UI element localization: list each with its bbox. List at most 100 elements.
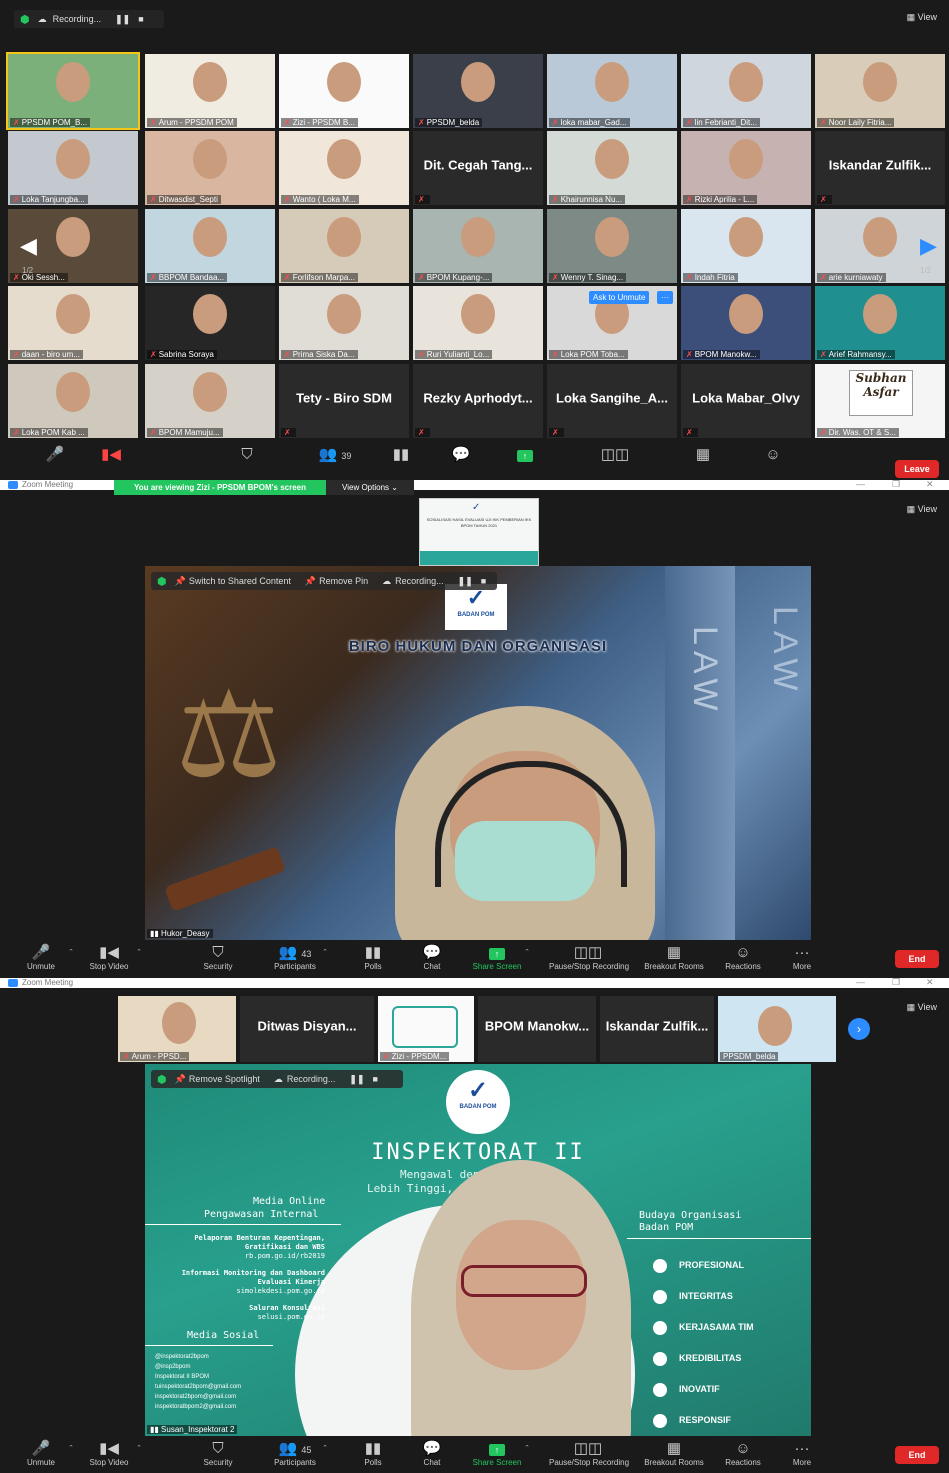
- recording-button[interactable]: ◫◫: [580, 446, 650, 464]
- strip-tile-5[interactable]: Iskandar Zulfik...: [600, 996, 714, 1062]
- strip-tile-2[interactable]: Ditwas Disyan...: [240, 996, 374, 1062]
- pause-icon[interactable]: ❚❚: [115, 14, 130, 25]
- chat-button[interactable]: 💬 Chat: [397, 944, 467, 971]
- participant-tile[interactable]: Iskandar Zulfik... ✗: [815, 131, 945, 205]
- participant-tile[interactable]: Loka Sangihe_A... ✗: [547, 364, 677, 438]
- chat-button[interactable]: 💬: [426, 446, 496, 464]
- close-icon[interactable]: ✕: [926, 978, 934, 988]
- value-label: INTEGRITAS: [679, 1291, 733, 1301]
- participants-button[interactable]: 👥 45 Participants ⌃: [260, 1440, 330, 1467]
- participant-tile[interactable]: ✗ PPSDM_belda: [413, 54, 543, 128]
- unmute-button[interactable]: 🎤 Unmute ⌃: [6, 1440, 76, 1467]
- stop-video-button[interactable]: ▮◀ Stop Video ⌃: [74, 944, 144, 971]
- badan-pom-label: BADAN POM: [457, 612, 495, 618]
- recording-indicator[interactable]: ⬢ ☁ Recording... ❚❚ ■: [14, 10, 164, 28]
- participant-tile[interactable]: ✗ Loka Tanjungba...: [8, 131, 138, 205]
- participant-tile[interactable]: ✗ BPOM Mamuju...: [145, 364, 275, 438]
- participant-tile[interactable]: ✗ Arum - PPSDM POM: [145, 54, 275, 128]
- participant-tile[interactable]: ✗ Zizi - PPSDM B...: [279, 54, 409, 128]
- participant-tile[interactable]: Tety - Biro SDM ✗: [279, 364, 409, 438]
- recording-label: Recording...: [286, 1074, 336, 1084]
- participant-tile[interactable]: ✗ BPOM Kupang-...: [413, 209, 543, 283]
- share-screen-button[interactable]: ↑ Share Screen ⌃: [462, 944, 532, 971]
- ask-to-unmute-button[interactable]: Ask to Unmute: [589, 291, 650, 304]
- avatar: [327, 62, 361, 102]
- participants-button[interactable]: 👥 39: [300, 446, 370, 464]
- end-button[interactable]: End: [895, 1446, 939, 1464]
- view-button[interactable]: ▦ View: [907, 12, 937, 23]
- breakout-rooms-button[interactable]: ▦ Breakout Rooms: [639, 944, 709, 971]
- participant-tile[interactable]: Rezky Aprhodyt... ✗: [413, 364, 543, 438]
- breakout-rooms-button[interactable]: ▦ Breakout Rooms: [639, 1440, 709, 1467]
- strip-tile-6[interactable]: PPSDM_belda: [718, 996, 836, 1062]
- minimize-icon[interactable]: —: [856, 978, 865, 987]
- breakout-rooms-button[interactable]: ▦: [668, 446, 738, 464]
- view-button-2[interactable]: ▦ View: [907, 504, 937, 515]
- reactions-button[interactable]: ☺: [738, 446, 808, 464]
- participant-tile[interactable]: ✗ Noor Laily Fitria...: [815, 54, 945, 128]
- participant-tile[interactable]: ✗ Indah Fitria: [681, 209, 811, 283]
- more-button[interactable]: ··· More: [767, 944, 837, 971]
- participant-tile[interactable]: ✗ loka mabar_Gad...: [547, 54, 677, 128]
- stop-icon[interactable]: ■: [138, 14, 143, 24]
- remove-spotlight-button[interactable]: Remove Spotlight: [189, 1074, 260, 1084]
- chat-button[interactable]: 💬 Chat: [397, 1440, 467, 1467]
- participant-tile[interactable]: ✗ Forlifson Marpa...: [279, 209, 409, 283]
- participant-tile[interactable]: ✗ PPSDM POM_B...: [6, 52, 140, 130]
- stop-icon[interactable]: ■: [373, 1074, 378, 1084]
- speaker-video: LAW LAW ⚖ ✓ BADAN POM BIRO HUKUM DAN ORG…: [145, 566, 811, 940]
- participants-button[interactable]: 👥 43 Participants ⌃: [260, 944, 330, 971]
- security-button[interactable]: ⛉: [212, 446, 282, 464]
- restore-icon[interactable]: ❐: [892, 978, 900, 988]
- strip-tile-1[interactable]: ✗ Arum - PPSD...: [118, 996, 236, 1062]
- participant-tile[interactable]: ✗ Rizki Aprilia - L...: [681, 131, 811, 205]
- participant-tile[interactable]: ✗ Khairunnisa Nu...: [547, 131, 677, 205]
- avatar: [56, 372, 90, 412]
- view-options-button[interactable]: View Options ⌄: [326, 480, 414, 495]
- zoom-window-shared: Zoom Meeting — ❐ ✕ You are viewing Zizi …: [0, 480, 949, 978]
- pause-stop-recording-button[interactable]: ◫◫ Pause/Stop Recording: [549, 944, 629, 971]
- more-tile-button[interactable]: ···: [657, 291, 673, 304]
- participant-tile[interactable]: ✗ Wanto ( Loka M...: [279, 131, 409, 205]
- view-button-3[interactable]: ▦ View: [907, 1002, 937, 1013]
- switch-shared-content[interactable]: Switch to Shared Content: [189, 576, 291, 586]
- end-button[interactable]: End: [895, 950, 939, 968]
- security-button[interactable]: ⛉ Security: [183, 1440, 253, 1467]
- unmute-button[interactable]: 🎤 Unmute ⌃: [6, 944, 76, 971]
- participant-tile[interactable]: ✗ lin Febrianti_Dit...: [681, 54, 811, 128]
- close-icon[interactable]: ✕: [926, 480, 934, 490]
- remove-pin-button[interactable]: Remove Pin: [319, 576, 368, 586]
- more-button[interactable]: ··· More: [767, 1440, 837, 1467]
- stop-video-button[interactable]: ▮◀ Stop Video ⌃: [74, 1440, 144, 1467]
- pause-icon[interactable]: ❚❚: [349, 1074, 364, 1085]
- participant-tile[interactable]: ✗ Ditwasdist_Septi: [145, 131, 275, 205]
- share-screen-button[interactable]: ↑: [490, 446, 560, 464]
- stop-icon[interactable]: ■: [481, 576, 486, 586]
- restore-icon[interactable]: ❐: [892, 480, 900, 490]
- participant-tile[interactable]: ✗ Prima Siska Da...: [279, 286, 409, 360]
- leave-button[interactable]: Leave: [895, 460, 939, 478]
- next-page-arrow[interactable]: ▶: [920, 233, 937, 259]
- prev-page-arrow[interactable]: ◀: [20, 233, 37, 259]
- share-screen-button[interactable]: ↑ Share Screen ⌃: [462, 1440, 532, 1467]
- minimize-icon[interactable]: —: [856, 480, 865, 489]
- participant-tile[interactable]: Subhan Asfar ✗ Dir. Was. OT & S...: [815, 364, 945, 438]
- participant-tile[interactable]: Dit. Cegah Tang... ✗: [413, 131, 543, 205]
- participant-tile[interactable]: ✗ Ruri Yulianti_Lo...: [413, 286, 543, 360]
- participant-tile[interactable]: Loka Mabar_Olvy ✗: [681, 364, 811, 438]
- pause-icon[interactable]: ❚❚: [458, 576, 473, 587]
- participant-tile[interactable]: ✗ Wenny T. Sinag...: [547, 209, 677, 283]
- strip-tile-3[interactable]: ✗ Zizi - PPSDM...: [378, 996, 474, 1062]
- participant-tile[interactable]: ✗ Arief Rahmansy...: [815, 286, 945, 360]
- pause-stop-recording-button[interactable]: ◫◫ Pause/Stop Recording: [549, 1440, 629, 1467]
- security-button[interactable]: ⛉ Security: [183, 944, 253, 971]
- participant-tile[interactable]: ✗ daan - biro um...: [8, 286, 138, 360]
- participant-tile[interactable]: ✗ Loka POM Kab ...: [8, 364, 138, 438]
- participant-tile[interactable]: ✗ BBPOM Bandaa...: [145, 209, 275, 283]
- mic-muted-icon: ✗: [123, 1052, 130, 1061]
- strip-next-button[interactable]: ›: [848, 1018, 870, 1040]
- video-button[interactable]: ▮◀: [76, 446, 146, 464]
- participant-tile[interactable]: ✗ BPOM Manokw...: [681, 286, 811, 360]
- strip-tile-4[interactable]: BPOM Manokw...: [478, 996, 596, 1062]
- participant-tile[interactable]: ✗ Sabrina Soraya: [145, 286, 275, 360]
